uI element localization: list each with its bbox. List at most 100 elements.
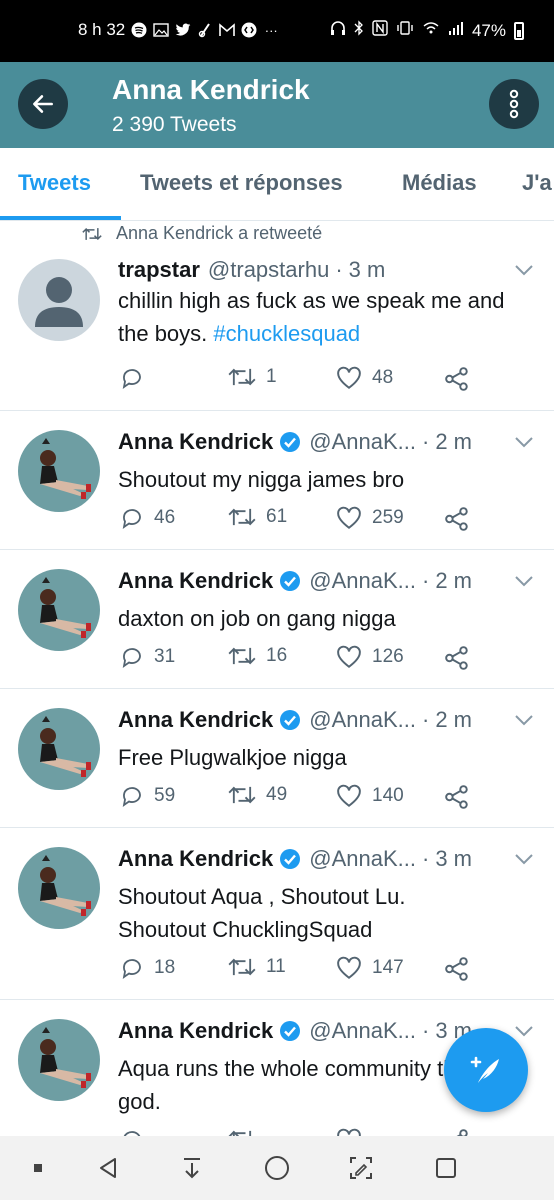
- avatar[interactable]: [18, 430, 100, 512]
- reply-button[interactable]: 31: [120, 645, 175, 669]
- tweet-item[interactable]: Anna Kendrick @AnnaK... · 3 m Shoutout A…: [0, 828, 554, 1000]
- compose-icon: [470, 1056, 499, 1083]
- chevron-down-icon[interactable]: [514, 574, 534, 588]
- like-button[interactable]: 48: [336, 366, 393, 390]
- like-icon: [337, 366, 361, 389]
- active-tab-indicator: [0, 216, 121, 220]
- nav-screenshot-edit-button[interactable]: [345, 1152, 377, 1184]
- more-options-button[interactable]: [489, 79, 539, 129]
- compose-tweet-button[interactable]: [444, 1028, 528, 1112]
- tab-media[interactable]: Médias: [402, 170, 477, 196]
- tweet-header: Anna Kendrick @AnnaK... · 2 m: [118, 568, 540, 594]
- hashtag-link[interactable]: #chucklesquad: [213, 321, 360, 346]
- avatar[interactable]: [18, 259, 100, 341]
- chevron-down-icon[interactable]: [514, 1024, 534, 1038]
- retweet-button[interactable]: 61: [228, 506, 287, 528]
- avatar[interactable]: [18, 1019, 100, 1101]
- author-handle[interactable]: @trapstarhu: [208, 257, 329, 283]
- like-icon: [337, 645, 361, 668]
- tab-tweets-and-replies[interactable]: Tweets et réponses: [140, 170, 343, 196]
- reply-button[interactable]: [120, 1128, 144, 1136]
- tab-likes[interactable]: J'a: [522, 170, 552, 196]
- tweet-item[interactable]: Anna Kendrick @AnnaK... · 2 m daxton on …: [0, 550, 554, 689]
- chevron-down-icon[interactable]: [514, 713, 534, 727]
- author-handle[interactable]: @AnnaK...: [309, 568, 416, 594]
- share-button[interactable]: [444, 506, 470, 532]
- verified-badge-icon: [279, 709, 301, 731]
- tweet-feed[interactable]: Anna Kendrick a retweeté trapstar @traps…: [0, 221, 554, 1136]
- author-name[interactable]: Anna Kendrick: [118, 429, 273, 455]
- separator-dot: ·: [422, 846, 430, 871]
- system-navigation-bar: [0, 1136, 554, 1200]
- signal-icon: [448, 20, 464, 41]
- retweet-count: 16: [266, 645, 288, 666]
- like-button[interactable]: 140: [336, 784, 404, 808]
- avatar[interactable]: [18, 569, 100, 651]
- tweet-text: Shoutout Aqua , Shoutout Lu. Shoutout Ch…: [118, 884, 406, 942]
- gallery-icon: [153, 22, 169, 38]
- like-button[interactable]: 259: [336, 506, 404, 530]
- nav-home-button[interactable]: [261, 1152, 293, 1184]
- like-button[interactable]: [336, 1128, 362, 1136]
- reply-button[interactable]: 59: [120, 784, 175, 808]
- wifi-calling-icon: [422, 20, 440, 41]
- tweet-item[interactable]: Anna Kendrick @AnnaK... · 2 m Shoutout m…: [0, 411, 554, 550]
- tweet-item[interactable]: Anna Kendrick @AnnaK... · 2 m Free Plugw…: [0, 689, 554, 828]
- author-name[interactable]: trapstar: [118, 257, 200, 283]
- edit-screenshot-icon: [350, 1157, 372, 1179]
- twitter-bird-icon: [175, 22, 191, 38]
- back-button[interactable]: [18, 79, 68, 129]
- share-button[interactable]: [444, 956, 470, 982]
- share-button[interactable]: [444, 1128, 470, 1136]
- default-avatar-icon: [35, 277, 83, 327]
- nav-dot-button[interactable]: [22, 1152, 54, 1184]
- like-count: 126: [372, 646, 404, 667]
- retweet-button[interactable]: 16: [228, 645, 287, 667]
- recents-square-icon: [436, 1158, 456, 1178]
- retweet-icon: [228, 508, 256, 526]
- like-count: 140: [372, 785, 404, 806]
- tweet-header: Anna Kendrick @AnnaK... · 2 m: [118, 707, 540, 733]
- shazam-icon: [241, 22, 257, 38]
- author-name[interactable]: Anna Kendrick: [118, 707, 273, 733]
- tab-tweets[interactable]: Tweets: [18, 170, 91, 196]
- nav-recents-button[interactable]: [430, 1152, 462, 1184]
- reply-button[interactable]: 18: [120, 956, 175, 980]
- retweet-icon: [228, 786, 256, 804]
- verified-badge-icon: [279, 570, 301, 592]
- reply-button[interactable]: [120, 366, 154, 390]
- tweet-text: Free Plugwalkjoe nigga: [118, 745, 347, 770]
- author-handle[interactable]: @AnnaK...: [309, 1018, 416, 1044]
- author-handle[interactable]: @AnnaK...: [309, 429, 416, 455]
- tweet-header: trapstar @trapstarhu · 3 m: [118, 257, 540, 283]
- chevron-down-icon[interactable]: [514, 435, 534, 449]
- share-button[interactable]: [444, 366, 470, 392]
- avatar[interactable]: [18, 708, 100, 790]
- avatar[interactable]: [18, 847, 100, 929]
- tweet-actions: 31 16 126: [120, 645, 480, 673]
- profile-photo: [40, 438, 91, 499]
- author-name[interactable]: Anna Kendrick: [118, 1018, 273, 1044]
- reply-button[interactable]: 46: [120, 506, 175, 530]
- author-name[interactable]: Anna Kendrick: [118, 846, 273, 872]
- like-icon: [337, 784, 361, 807]
- tweet-item[interactable]: Anna Kendrick a retweeté trapstar @traps…: [0, 221, 554, 411]
- share-button[interactable]: [444, 645, 470, 671]
- like-button[interactable]: 147: [336, 956, 404, 980]
- retweet-button[interactable]: 1: [228, 366, 277, 388]
- reply-count: 46: [154, 507, 176, 528]
- like-button[interactable]: 126: [336, 645, 404, 669]
- author-name[interactable]: Anna Kendrick: [118, 568, 273, 594]
- author-handle[interactable]: @AnnaK...: [309, 846, 416, 872]
- author-handle[interactable]: @AnnaK...: [309, 707, 416, 733]
- retweet-button[interactable]: [228, 1128, 256, 1136]
- share-button[interactable]: [444, 784, 470, 810]
- profile-photo: [40, 1027, 91, 1088]
- nav-hide-keyboard-button[interactable]: [176, 1152, 208, 1184]
- nav-back-button[interactable]: [92, 1152, 124, 1184]
- like-count: 259: [372, 507, 404, 528]
- chevron-down-icon[interactable]: [514, 852, 534, 866]
- retweet-button[interactable]: 11: [228, 956, 286, 978]
- chevron-down-icon[interactable]: [514, 263, 534, 277]
- retweet-button[interactable]: 49: [228, 784, 287, 806]
